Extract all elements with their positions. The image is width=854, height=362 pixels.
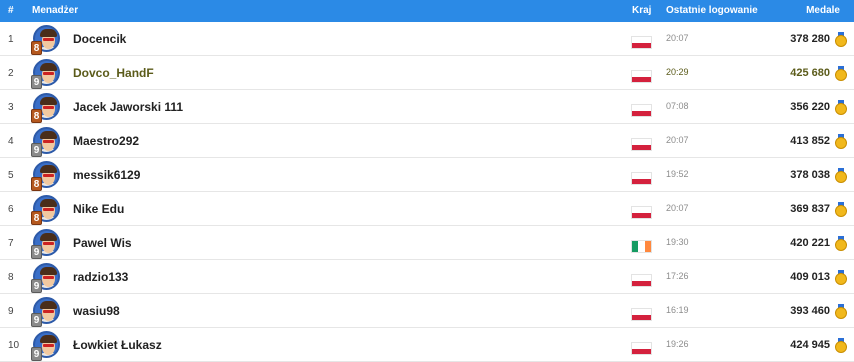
rank-number: 4 [8,136,14,147]
rank-number: 5 [8,170,14,181]
level-badge: 8 [31,177,42,191]
manager-name-link[interactable]: Maestro292 [73,134,139,148]
header-country[interactable]: Kraj [632,5,651,16]
level-badge: 9 [31,313,42,327]
rank-number: 7 [8,238,14,249]
last-login-time: 20:07 [666,135,689,145]
level-badge: 9 [31,347,42,361]
flag-pl-icon [631,206,652,219]
manager-name-link[interactable]: Docencik [73,32,126,46]
medal-icon [835,32,847,47]
medal-icon [835,304,847,319]
rank-number: 6 [8,204,14,215]
rank-number: 8 [8,272,14,283]
manager-name-link[interactable]: radzio133 [73,270,128,284]
medals-count: 369 837 [790,203,830,215]
flag-pl-icon [631,104,652,117]
avatar[interactable]: 9 [31,331,61,361]
medal-icon [835,168,847,183]
medal-icon [835,338,847,353]
medals-count: 378 038 [790,169,830,181]
table-row[interactable]: 2 9 Dovco_HandF 20:29 425 680 [0,56,854,90]
medals-count: 413 852 [790,135,830,147]
medals-count: 409 013 [790,271,830,283]
medals-count: 420 221 [790,237,830,249]
table-row[interactable]: 10 9 Łowkiet Łukasz 19:26 424 945 [0,328,854,362]
avatar[interactable]: 9 [31,229,61,259]
flag-pl-icon [631,36,652,49]
manager-name-link[interactable]: Łowkiet Łukasz [73,338,162,352]
last-login-time: 20:29 [666,67,689,77]
level-badge: 8 [31,109,42,123]
last-login-time: 19:52 [666,169,689,179]
avatar[interactable]: 9 [31,127,61,157]
table-row[interactable]: 9 9 wasiu98 16:19 393 460 [0,294,854,328]
header-medals[interactable]: Medale [806,5,840,16]
avatar[interactable]: 9 [31,297,61,327]
header-rank[interactable]: # [8,5,14,16]
level-badge: 9 [31,75,42,89]
medals-count: 356 220 [790,101,830,113]
flag-pl-icon [631,70,652,83]
avatar[interactable]: 9 [31,59,61,89]
avatar[interactable]: 9 [31,263,61,293]
flag-pl-icon [631,172,652,185]
rank-number: 9 [8,306,14,317]
avatar[interactable]: 8 [31,195,61,225]
manager-name-link[interactable]: Pawel Wis [73,236,132,250]
manager-name-link[interactable]: Jacek Jaworski 111 [73,100,183,114]
manager-name-link[interactable]: wasiu98 [73,304,120,318]
medals-count: 393 460 [790,305,830,317]
table-header: # Menadżer Kraj Ostatnie logowanie Medal… [0,0,854,22]
table-row[interactable]: 4 9 Maestro292 20:07 413 852 [0,124,854,158]
medal-icon [835,134,847,149]
manager-name-link[interactable]: messik6129 [73,168,140,182]
rank-number: 2 [8,68,14,79]
flag-pl-icon [631,138,652,151]
last-login-time: 16:19 [666,305,689,315]
avatar[interactable]: 8 [31,161,61,191]
medal-icon [835,66,847,81]
rank-number: 10 [8,340,20,351]
medals-count: 378 280 [790,33,830,45]
medal-icon [835,236,847,251]
medals-count: 424 945 [790,339,830,351]
level-badge: 8 [31,211,42,225]
flag-ie-icon [631,240,652,253]
avatar[interactable]: 8 [31,93,61,123]
medals-count: 425 680 [790,67,830,79]
flag-pl-icon [631,308,652,321]
medal-icon [835,100,847,115]
manager-name-link[interactable]: Dovco_HandF [73,66,154,80]
flag-pl-icon [631,342,652,355]
table-row[interactable]: 3 8 Jacek Jaworski 111 07:08 356 220 [0,90,854,124]
medal-icon [835,270,847,285]
flag-pl-icon [631,274,652,287]
level-badge: 9 [31,245,42,259]
header-last-login[interactable]: Ostatnie logowanie [666,5,758,16]
last-login-time: 07:08 [666,101,689,111]
header-manager[interactable]: Menadżer [32,5,78,16]
table-row[interactable]: 8 9 radzio133 17:26 409 013 [0,260,854,294]
last-login-time: 20:07 [666,33,689,43]
ranking-table: # Menadżer Kraj Ostatnie logowanie Medal… [0,0,854,362]
rank-number: 1 [8,34,14,45]
medal-icon [835,202,847,217]
level-badge: 9 [31,143,42,157]
avatar[interactable]: 8 [31,25,61,55]
last-login-time: 20:07 [666,203,689,213]
table-row[interactable]: 1 8 Docencik 20:07 378 280 [0,22,854,56]
rank-number: 3 [8,102,14,113]
manager-name-link[interactable]: Nike Edu [73,202,124,216]
table-body: 1 8 Docencik 20:07 378 280 2 9 Dovco_Han… [0,22,854,362]
last-login-time: 17:26 [666,271,689,281]
level-badge: 8 [31,41,42,55]
level-badge: 9 [31,279,42,293]
table-row[interactable]: 7 9 Pawel Wis 19:30 420 221 [0,226,854,260]
table-row[interactable]: 5 8 messik6129 19:52 378 038 [0,158,854,192]
table-row[interactable]: 6 8 Nike Edu 20:07 369 837 [0,192,854,226]
last-login-time: 19:30 [666,237,689,247]
last-login-time: 19:26 [666,339,689,349]
